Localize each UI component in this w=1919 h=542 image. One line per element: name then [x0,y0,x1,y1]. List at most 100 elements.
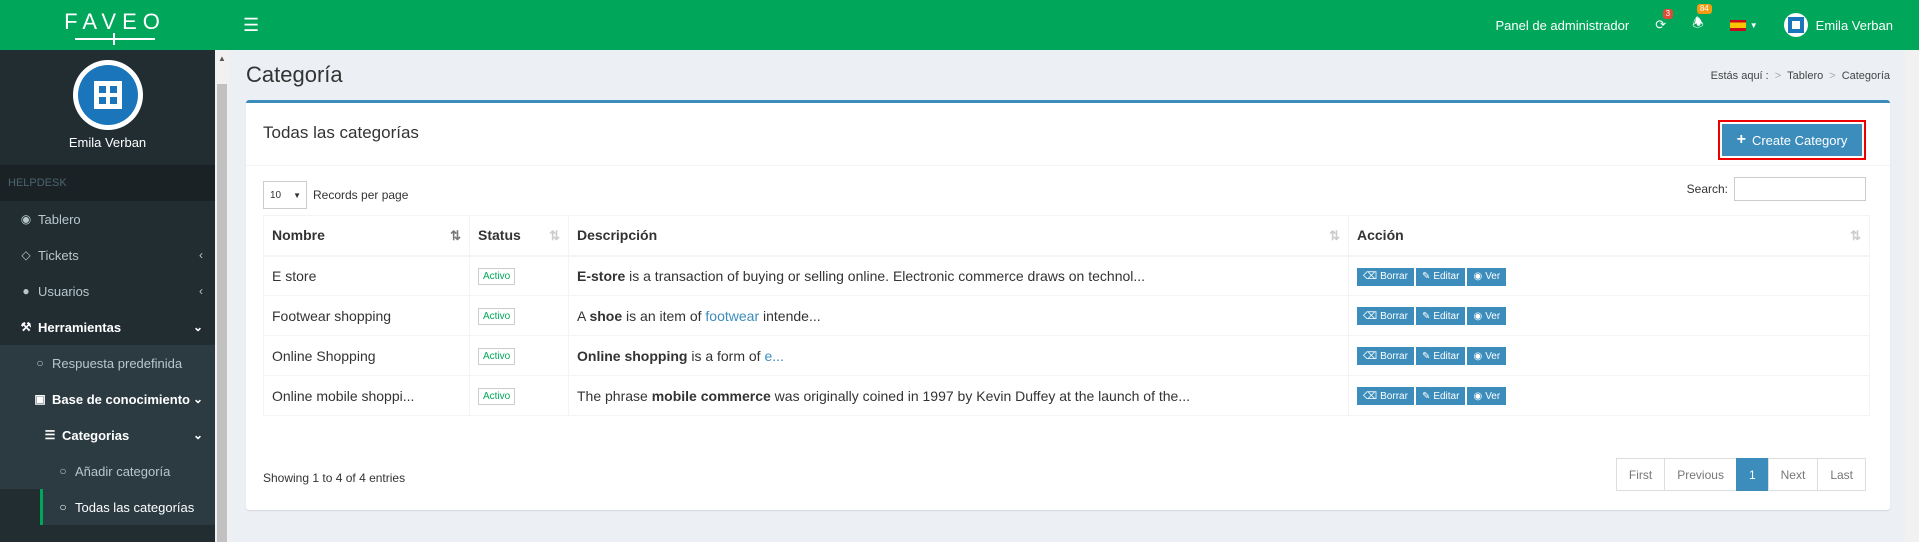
cell-status: Activo [469,375,569,416]
pager-next[interactable]: Next [1767,458,1819,491]
view-button[interactable]: ◉ Ver [1467,307,1507,326]
desc-text: The phrase [577,387,652,404]
cell-description: The phrase mobile commerce was originall… [568,375,1349,416]
sort-icon: ⇅ [1850,228,1861,243]
sidebar-scrollbar-thumb[interactable] [217,84,227,542]
logo-mark [75,32,155,45]
sort-asc-icon: ⇅ [450,228,461,243]
sidebar-item-base-de-conocimiento[interactable]: ▣ Base de conocimiento ⌄ [0,381,215,417]
categories-box: Todas las categorías + Create Category 1… [246,100,1890,510]
view-button[interactable]: ◉ Ver [1467,347,1507,366]
status-badge: Activo [478,268,516,286]
column-header-nombre[interactable]: Nombre ⇅ [263,215,470,257]
edit-button[interactable]: ✎ Editar [1415,347,1466,366]
breadcrumb: Estás aquí : > Tablero > Categoría [1711,70,1890,82]
box-header-divider [246,165,1890,166]
trash-icon: ⌫ [1363,271,1378,282]
cell-name: Footwear shopping [263,295,470,336]
language-selector[interactable]: ▼ [1729,19,1758,31]
delete-label: Borrar [1380,271,1408,282]
sidebar-item-categorias[interactable]: ☰ Categorias ⌄ [0,417,215,453]
trash-icon: ⌫ [1363,310,1378,322]
circle-icon: ○ [59,464,67,478]
desc-bold: shoe [589,307,623,324]
circle-icon: ○ [36,356,44,370]
edit-button[interactable]: ✎ Editar [1415,387,1466,406]
list-icon: ☰ [44,428,56,442]
logo-text: FAVEO [64,8,166,34]
sidebar-toggle-icon[interactable]: ☰ [243,15,259,36]
notification-count-badge: 3 [1662,9,1674,19]
pager-first[interactable]: First [1615,458,1666,491]
sidebar-item-usuarios[interactable]: ● Usuarios ‹ [0,273,215,309]
avatar [1783,13,1808,37]
pagination: First Previous 1 Next Last [1615,458,1866,491]
column-header-label: Acción [1357,227,1404,244]
circle-icon: ○ [59,500,67,514]
scroll-up-arrow-icon[interactable]: ▲ [218,54,226,63]
pager-last[interactable]: Last [1817,458,1866,491]
refresh-icon: ⟳ [1655,17,1667,32]
cell-actions: ⌫ Borrar ✎ Editar ◉ Ver [1348,335,1870,376]
desc-link[interactable]: e... [764,348,783,364]
cell-description: E-store is a transaction of buying or se… [568,255,1349,296]
desc-text: was originally coined in 1997 by Kevin D… [770,387,1191,404]
admin-panel-link[interactable]: Panel de administrador [1496,18,1630,33]
book-icon: ▣ [34,392,46,406]
breadcrumb-separator: > [1829,70,1836,82]
sidebar-item-tickets[interactable]: ◇ Tickets ‹ [0,237,215,273]
trash-icon: ⌫ [1363,390,1378,402]
sidebar-item-tablero[interactable]: ◉ Tablero [0,201,215,237]
box-title: Todas las categorías [263,123,419,142]
cell-actions: ⌫ Borrar ✎ Editar ◉ Ver [1348,295,1870,336]
create-category-button[interactable]: + Create Category [1722,124,1862,156]
delete-button[interactable]: ⌫ Borrar [1357,307,1414,326]
sidebar-item-respuesta-predefinida[interactable]: ○ Respuesta predefinida [0,345,215,381]
records-per-page-label: Records per page [313,188,409,202]
eye-icon: ◉ [1473,310,1483,322]
records-per-page-select[interactable]: 10 ▼ [263,181,307,209]
trash-icon: ⌫ [1363,350,1378,362]
dashboard-icon: ◉ [20,212,32,226]
cell-description: Online shopping is a form of e... [568,335,1349,376]
view-button[interactable]: ◉ Ver [1467,387,1507,406]
edit-button[interactable]: ✎ Editar [1415,267,1466,286]
column-header-accion[interactable]: Acción ⇅ [1348,215,1870,257]
desc-link[interactable]: footwear [705,308,759,324]
sidebar-item-anadir-categoria[interactable]: ○ Añadir categoría [0,453,215,489]
delete-label: Borrar [1380,350,1408,362]
caret-down-icon: ▼ [293,190,301,200]
column-header-status[interactable]: Status ⇅ [469,215,569,257]
edit-label: Editar [1433,271,1460,282]
cell-description: A shoe is an item of footwear intende... [568,295,1349,336]
pager-page-1[interactable]: 1 [1735,458,1769,491]
sidebar-item-label: Todas las categorías [75,499,195,515]
delete-button[interactable]: ⌫ Borrar [1357,347,1414,366]
main-content: Categoría Estás aquí : > Tablero > Categ… [229,50,1909,542]
caret-down-icon: ▼ [1749,20,1758,30]
edit-label: Editar [1433,310,1460,322]
desc-bold: E-store [577,267,626,284]
sidebar-section-label: HELPDESK [0,165,215,201]
edit-button[interactable]: ✎ Editar [1415,307,1466,326]
breadcrumb-link-tablero[interactable]: Tablero [1787,70,1823,82]
delete-button[interactable]: ⌫ Borrar [1357,387,1414,406]
view-button[interactable]: ◉ Ver [1467,267,1507,286]
table-info: Showing 1 to 4 of 4 entries [263,471,406,485]
page-scrollbar[interactable] [1905,50,1919,542]
column-header-descripcion[interactable]: Descripción ⇅ [568,215,1349,257]
cell-name: Online Shopping [263,335,470,376]
delete-button[interactable]: ⌫ Borrar [1357,267,1414,286]
bell-notifications[interactable]: 🕭 84 [1692,4,1712,36]
breadcrumb-separator: > [1774,70,1782,82]
sidebar-item-label: Añadir categoría [75,463,171,479]
search-input[interactable] [1734,177,1866,201]
cell-actions: ⌫ Borrar ✎ Editar ◉ Ver [1348,375,1870,416]
sidebar-item-herramientas[interactable]: ⚒ Herramientas ⌄ [0,309,215,345]
refresh-notifications[interactable]: ⟳ 3 [1655,9,1674,33]
desc-text: A [577,307,590,324]
faveo-logo[interactable]: FAVEO [0,0,230,50]
pager-previous[interactable]: Previous [1664,458,1737,491]
sidebar-item-todas-las-categorias[interactable]: ○ Todas las categorías [40,489,215,525]
user-menu[interactable]: Emila Verban [1783,13,1893,37]
